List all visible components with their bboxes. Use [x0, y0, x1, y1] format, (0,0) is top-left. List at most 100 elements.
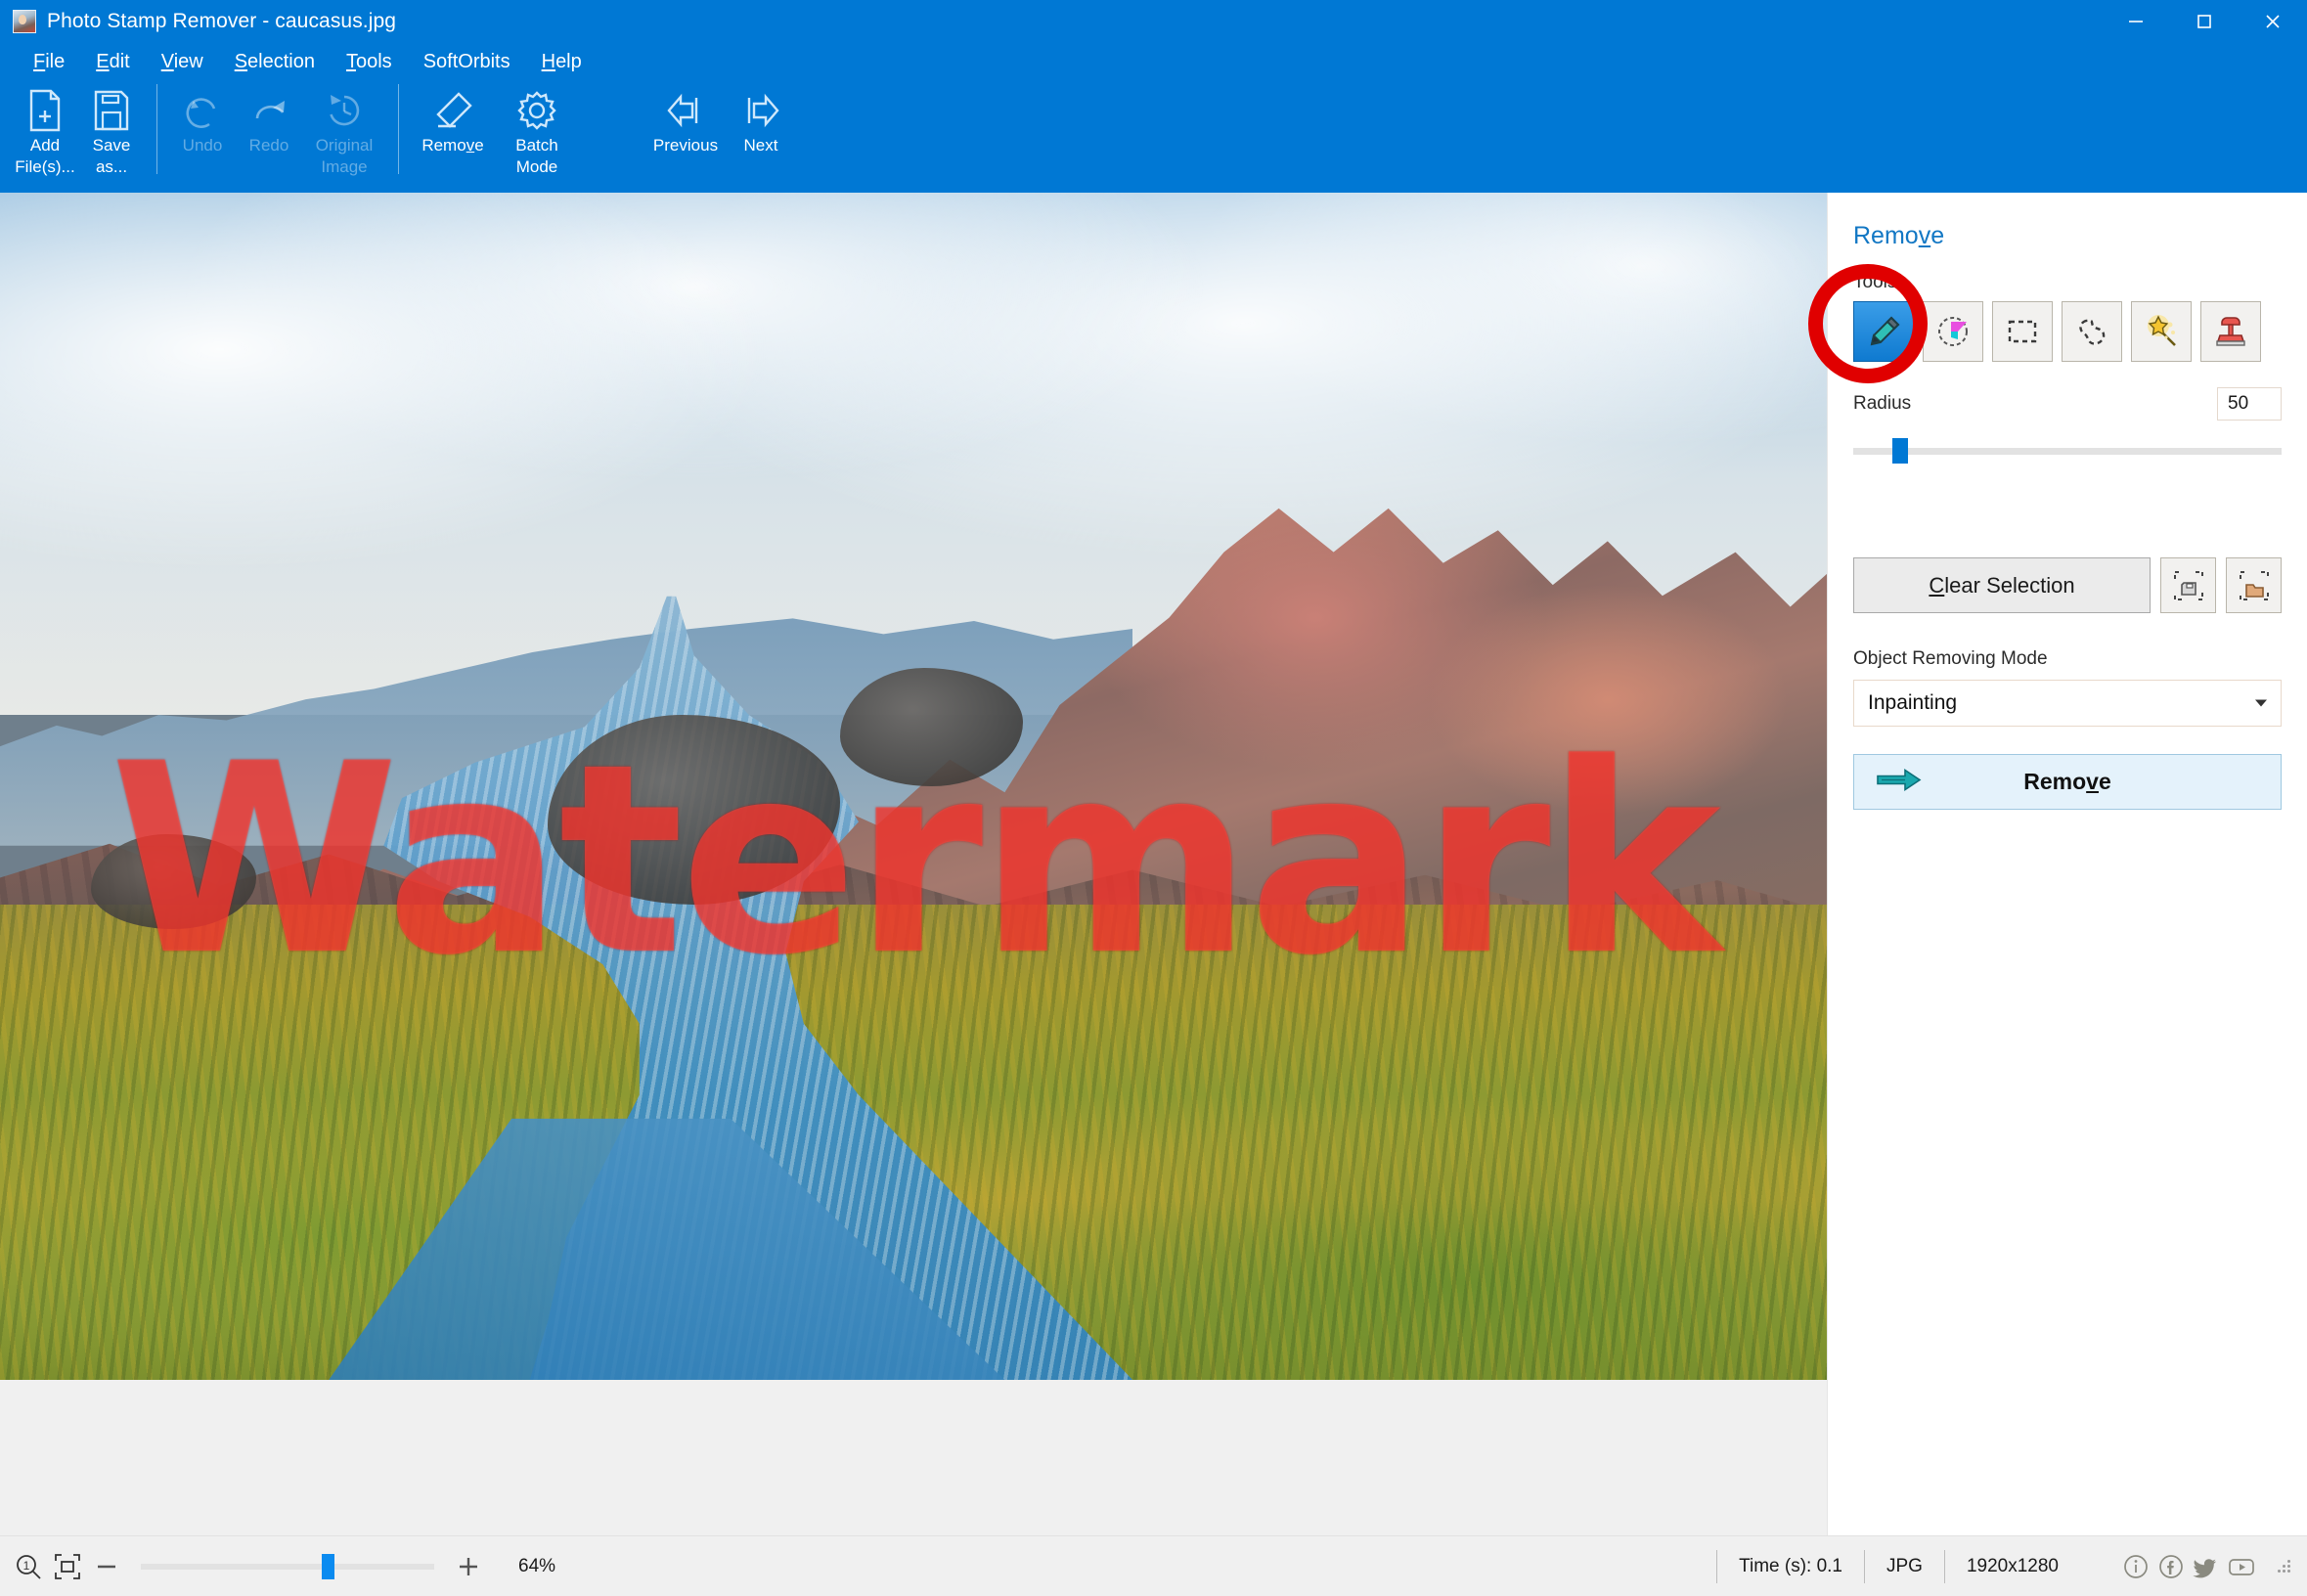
menu-item-edit[interactable]: Edit — [80, 47, 145, 77]
maximize-icon[interactable] — [2170, 0, 2239, 43]
toolbar-label-save-as-2: as... — [95, 157, 128, 177]
zoom-percent-label: 64% — [518, 1555, 556, 1576]
toolbar-button-add-files[interactable]: Add File(s)... — [12, 80, 78, 186]
radius-slider[interactable] — [1853, 438, 2282, 464]
toolbar-label-next: Next — [743, 136, 778, 155]
menu-item-selection[interactable]: Selection — [219, 47, 331, 77]
save-selection-icon[interactable] — [2160, 557, 2216, 613]
resize-grip[interactable] — [2276, 1558, 2293, 1575]
zoom-slider-thumb[interactable] — [322, 1553, 334, 1579]
toolbar-button-remove[interactable]: Remove — [411, 80, 495, 186]
toolbar-label-remove: Remove — [421, 136, 484, 155]
eraser-icon — [430, 88, 475, 133]
info-icon[interactable] — [2119, 1550, 2152, 1583]
menu-item-view[interactable]: View — [146, 47, 219, 77]
next-arrow-icon — [738, 88, 783, 133]
zoom-slider[interactable] — [141, 1552, 434, 1581]
tool-magic-wand[interactable] — [2131, 301, 2192, 362]
tools-row — [1853, 301, 2285, 362]
menu-item-tools[interactable]: Tools — [331, 47, 408, 77]
social-links — [2119, 1550, 2258, 1583]
photo-boulder-3 — [91, 833, 256, 929]
toolbar-button-next[interactable]: Next — [728, 80, 794, 186]
selection-actions-row: Clear Selection — [1853, 557, 2282, 613]
object-removing-mode-value: Inpainting — [1868, 691, 1958, 714]
main-toolbar: Add File(s)... Save as... Undo Redo Orig… — [0, 80, 2307, 193]
menu-item-file[interactable]: File — [18, 47, 80, 77]
youtube-icon[interactable] — [2225, 1550, 2258, 1583]
load-selection-icon[interactable] — [2226, 557, 2282, 613]
workspace: Watermark Remove Tools Radius 50 C lear … — [0, 193, 2307, 1535]
radius-input[interactable]: 50 — [2217, 387, 2282, 421]
tool-clone-stamp[interactable] — [2200, 301, 2261, 362]
remove-arrow-icon — [1876, 767, 1923, 797]
toolbar-label-batch-1: Batch — [515, 136, 558, 155]
panel-title: Remove — [1853, 222, 1945, 249]
tool-highlighter[interactable] — [1923, 301, 1983, 362]
toolbar-separator-1 — [156, 84, 157, 174]
status-bar: 1 64% Time (s): 0.1 JPG 1920x1280 — [0, 1535, 2307, 1596]
zoom-out-button[interactable] — [92, 1552, 121, 1581]
close-icon[interactable] — [2239, 0, 2307, 43]
toolbar-label-original-2: Image — [321, 157, 368, 177]
twitter-icon[interactable] — [2190, 1550, 2223, 1583]
clone-stamp-icon — [2216, 317, 2245, 346]
tools-label: Tools — [1853, 272, 1897, 292]
toolbar-button-redo[interactable]: Redo — [236, 80, 302, 186]
fit-to-window-icon[interactable] — [53, 1552, 82, 1581]
toolbar-label-original-1: Original — [315, 136, 374, 155]
toolbar-label-batch-2: Mode — [515, 157, 558, 177]
svg-text:1: 1 — [23, 1559, 30, 1573]
object-removing-mode-select[interactable]: Inpainting — [1853, 680, 2282, 727]
previous-arrow-icon — [663, 88, 708, 133]
radius-row: Radius 50 — [1853, 387, 2282, 421]
radius-slider-thumb[interactable] — [1892, 438, 1908, 464]
status-dimensions: 1920x1280 — [1943, 1549, 2080, 1583]
toolbar-label-previous: Previous — [652, 136, 719, 155]
toolbar-button-save-as[interactable]: Save as... — [78, 80, 145, 186]
add-file-icon — [25, 88, 65, 133]
status-time: Time (s): 0.1 — [1716, 1549, 1864, 1583]
save-icon — [92, 88, 131, 133]
history-icon — [323, 88, 366, 133]
tool-lasso-select[interactable] — [2062, 301, 2122, 362]
radius-label: Radius — [1853, 393, 1912, 414]
toolbar-button-batch-mode[interactable]: Batch Mode — [495, 80, 579, 186]
zoom-one-to-one-icon[interactable]: 1 — [14, 1552, 43, 1581]
canvas-area[interactable]: Watermark — [0, 193, 1827, 1535]
redo-icon — [247, 88, 290, 133]
app-icon — [13, 10, 36, 33]
toolbar-button-undo[interactable]: Undo — [169, 80, 236, 186]
toolbar-button-previous[interactable]: Previous — [643, 80, 728, 186]
app-window: Photo Stamp Remover - caucasus.jpg File … — [0, 0, 2307, 1596]
minimize-icon[interactable] — [2102, 0, 2170, 43]
remove-panel: Remove Tools Radius 50 C lear Selection … — [1808, 193, 2307, 1535]
radius-slider-track — [1853, 448, 2282, 455]
zoom-controls: 1 64% — [14, 1552, 555, 1581]
tool-marker-pencil[interactable] — [1853, 301, 1914, 362]
tool-rectangle-select[interactable] — [1992, 301, 2053, 362]
window-controls — [2102, 0, 2307, 43]
highlighter-icon — [1938, 317, 1968, 346]
object-removing-mode-label: Object Removing Mode — [1853, 648, 2048, 669]
magic-wand-icon — [2148, 315, 2176, 346]
remove-action-button[interactable]: Remove — [1853, 754, 2282, 810]
toolbar-separator-2 — [398, 84, 399, 174]
gear-icon — [514, 88, 559, 133]
zoom-in-button[interactable] — [454, 1552, 483, 1581]
toolbar-button-original-image[interactable]: Original Image — [302, 80, 386, 186]
toolbar-label-save-as-1: Save — [92, 136, 131, 155]
status-format: JPG — [1864, 1549, 1944, 1583]
clear-selection-button[interactable]: Clear Selection — [1853, 557, 2151, 613]
chevron-down-icon — [2255, 699, 2267, 707]
marker-pencil-icon — [1870, 316, 1900, 346]
toolbar-label-add-files-1: Add — [29, 136, 61, 155]
photo-canvas[interactable]: Watermark — [0, 193, 1827, 1380]
facebook-icon[interactable] — [2154, 1550, 2188, 1583]
toolbar-label-add-files-2: File(s)... — [15, 157, 75, 177]
zoom-slider-track — [141, 1563, 434, 1570]
menu-item-help[interactable]: Help — [526, 47, 598, 77]
menu-bar: File Edit View Selection Tools SoftOrbit… — [0, 43, 2307, 80]
menu-item-softorbits[interactable]: SoftOrbits — [408, 47, 526, 77]
toolbar-label-redo: Redo — [248, 136, 289, 155]
